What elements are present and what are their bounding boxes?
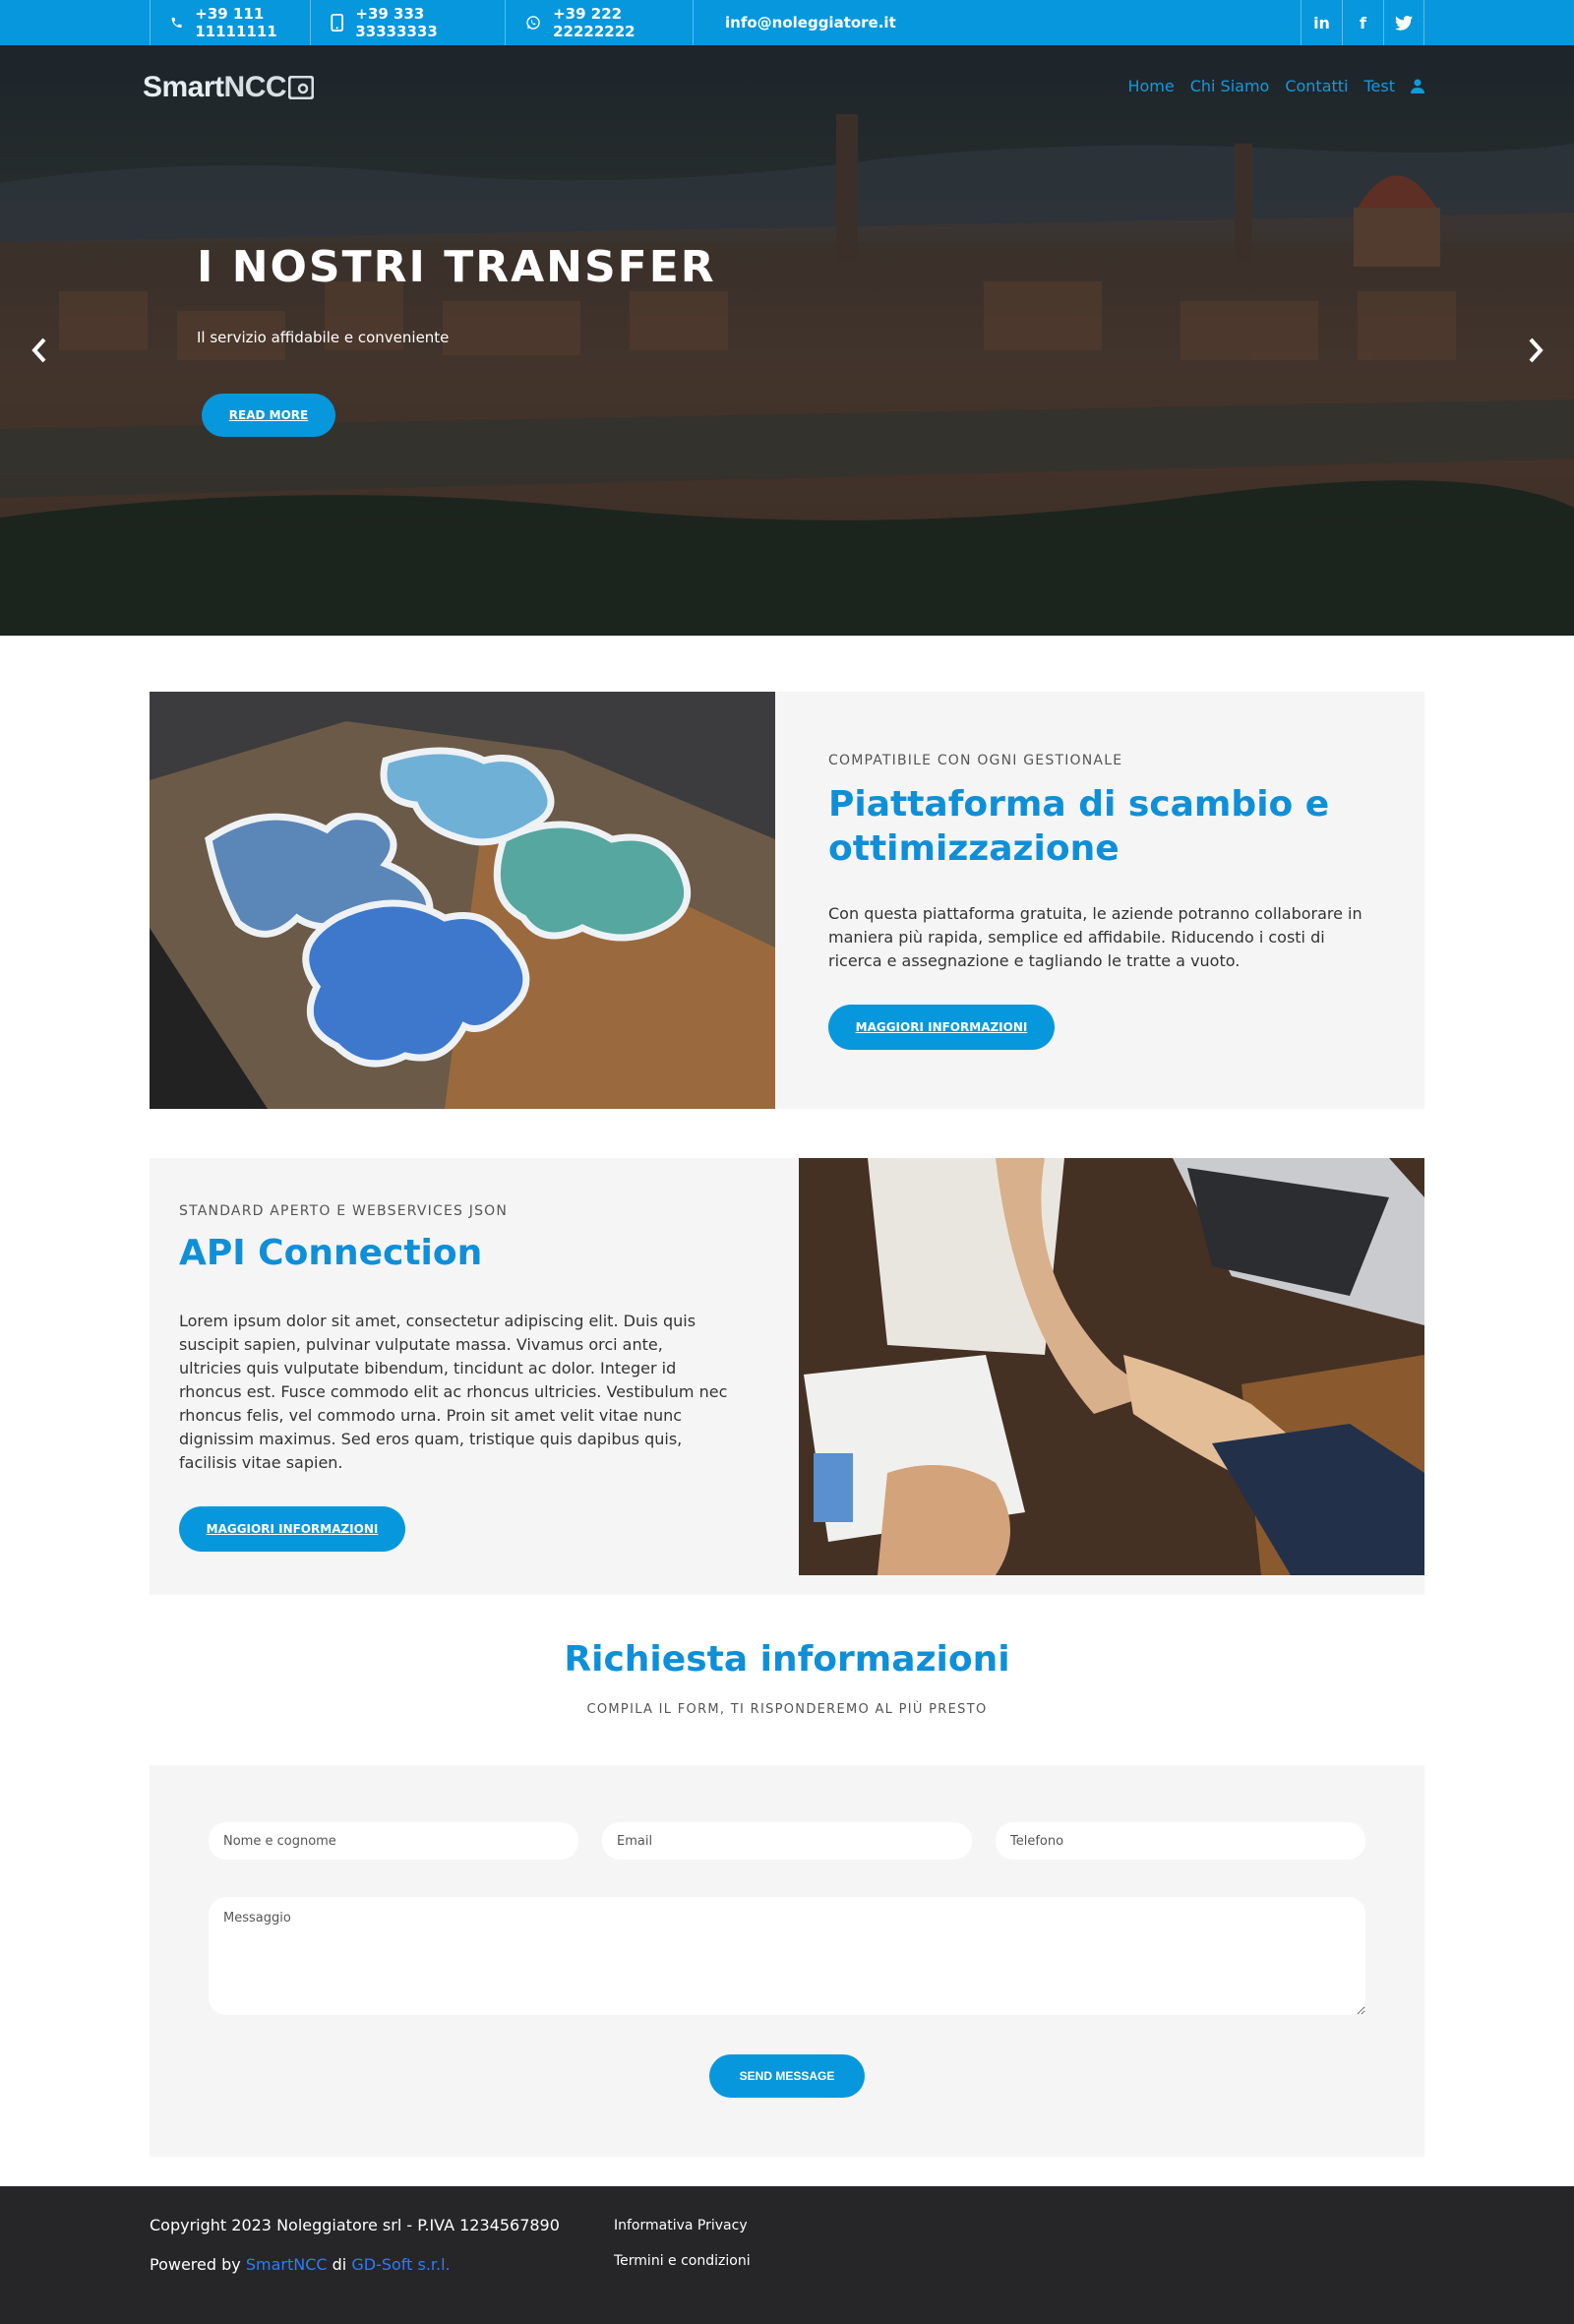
feature-platform-text: Con questa piattaforma gratuita, le azie…	[828, 904, 1362, 970]
feature-api-more-button[interactable]: MAGGIORI INFORMAZIONI	[179, 1506, 405, 1552]
contact-bar: +39 111 11111111 +39 333 33333333 +39 22…	[0, 0, 1574, 45]
phone-field[interactable]	[996, 1822, 1365, 1860]
phone-icon	[171, 18, 182, 28]
puzzle-illustration	[150, 692, 775, 1109]
hero-slider: Smart NCC Home Chi Siamo Contatti Test I …	[0, 45, 1574, 636]
mobile-icon	[331, 14, 343, 31]
email-contact[interactable]: info@noleggiatore.it	[693, 0, 896, 45]
form-subtitle: COMPILA IL FORM, TI RISPONDEREMO AL PIÙ …	[586, 1702, 988, 1717]
hero-subtitle: Il servizio affidabile e conveniente	[197, 329, 450, 346]
nav-home[interactable]: Home	[1127, 77, 1174, 95]
feature-api-kicker: STANDARD APERTO E WEBSERVICES JSON	[179, 1203, 509, 1219]
logo-text-light: NCC	[223, 71, 287, 103]
twitter-link[interactable]	[1383, 0, 1424, 45]
whatsapp-number: +39 222 22222222	[553, 5, 636, 40]
puzzle-teamwork-image	[150, 692, 775, 1109]
slider-prev-arrow[interactable]	[25, 331, 54, 370]
feature-platform-title: Piattaforma di scambio e ottimizzazione	[828, 784, 1330, 869]
hero-title: I NOSTRI TRANSFER	[197, 242, 716, 292]
email-field[interactable]	[602, 1822, 972, 1860]
read-more-button[interactable]: READ MORE	[202, 394, 335, 437]
send-message-button[interactable]: SEND MESSAGE	[709, 2054, 865, 2098]
slider-next-arrow[interactable]	[1521, 331, 1550, 370]
powered-prefix: Powered by	[150, 2255, 241, 2274]
smartncc-link[interactable]: SmartNCC	[246, 2255, 328, 2274]
facebook-icon: f	[1360, 13, 1366, 32]
feature-api-title: API Connection	[179, 1233, 483, 1273]
handshake-illustration	[799, 1158, 1424, 1575]
privacy-link[interactable]: Informativa Privacy	[614, 2218, 748, 2233]
mobile-number: +39 333 33333333	[355, 5, 438, 40]
message-field[interactable]	[209, 1897, 1365, 2015]
nav-contatti[interactable]: Contatti	[1285, 77, 1348, 95]
main-nav: Home Chi Siamo Contatti Test	[1127, 77, 1424, 95]
powered-mid: di	[332, 2255, 347, 2274]
facebook-link[interactable]: f	[1342, 0, 1383, 45]
email-address: info@noleggiatore.it	[725, 14, 896, 31]
nav-test[interactable]: Test	[1363, 77, 1395, 95]
mobile-contact[interactable]: +39 333 33333333	[310, 0, 505, 45]
powered-by: Powered by SmartNCC di GD-Soft s.r.l.	[150, 2255, 451, 2274]
nav-chi-siamo[interactable]: Chi Siamo	[1190, 77, 1270, 95]
phone-contact[interactable]: +39 111 11111111	[150, 0, 310, 45]
name-field[interactable]	[209, 1822, 578, 1860]
logo-mark-icon	[288, 76, 315, 99]
logo[interactable]: Smart NCC	[143, 71, 315, 104]
copyright-text: Copyright 2023 Noleggiatore srl - P.IVA …	[150, 2216, 560, 2234]
terms-link[interactable]: Termini e condizioni	[614, 2253, 751, 2269]
phone-number: +39 111 11111111	[195, 5, 277, 40]
feature-platform-more-button[interactable]: MAGGIORI INFORMAZIONI	[828, 1005, 1055, 1050]
chevron-left-icon	[31, 337, 46, 363]
form-title: Richiesta informazioni	[564, 1639, 1010, 1680]
feature-platform-kicker: COMPATIBILE CON OGNI GESTIONALE	[828, 753, 1123, 768]
user-icon[interactable]	[1411, 79, 1424, 93]
whatsapp-contact[interactable]: +39 222 22222222	[505, 0, 693, 45]
gdsoft-link[interactable]: GD-Soft s.r.l.	[351, 2255, 450, 2274]
feature-api-text: Lorem ipsum dolor sit amet, consectetur …	[179, 1312, 728, 1472]
linkedin-link[interactable]: in	[1301, 0, 1342, 45]
chevron-right-icon	[1529, 337, 1544, 363]
feature-platform-panel: COMPATIBILE CON OGNI GESTIONALE Piattafo…	[775, 692, 1424, 1109]
logo-text-bold: Smart	[143, 71, 224, 103]
handshake-image	[799, 1158, 1424, 1575]
footer: Copyright 2023 Noleggiatore srl - P.IVA …	[0, 2186, 1574, 2324]
whatsapp-icon	[526, 16, 540, 30]
contact-form	[150, 1765, 1424, 2157]
twitter-icon	[1395, 15, 1413, 31]
linkedin-icon: in	[1313, 13, 1330, 32]
